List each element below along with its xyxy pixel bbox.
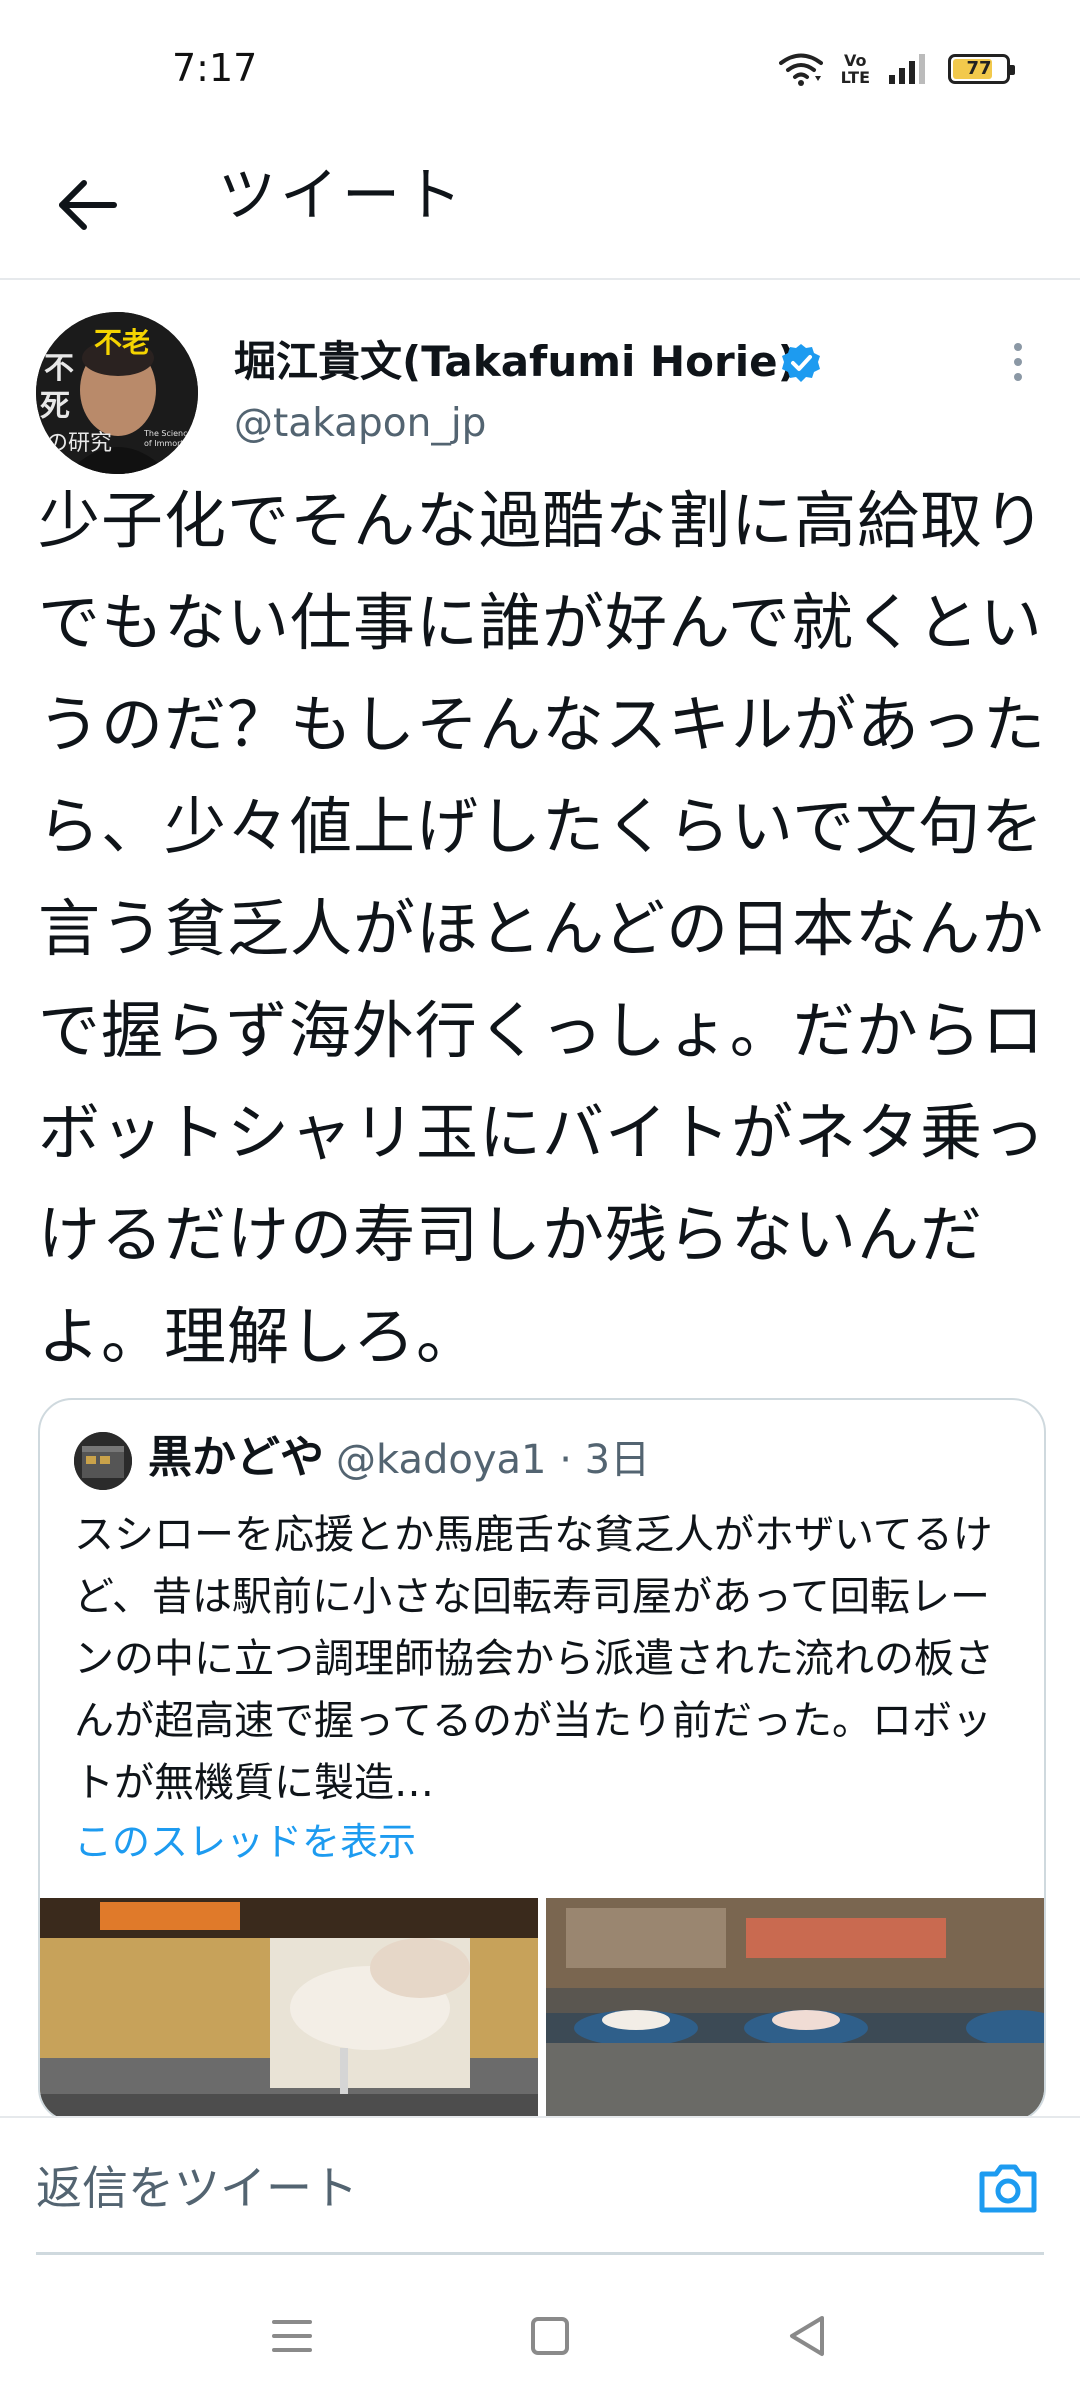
show-thread-link[interactable]: このスレッドを表示 xyxy=(74,1814,416,1870)
avatar-book-title: 不 xyxy=(44,351,74,386)
battery-icon: 77 xyxy=(948,54,1015,84)
quote-avatar xyxy=(74,1432,132,1490)
svg-text:の研究: の研究 xyxy=(46,431,112,456)
signal-icon xyxy=(889,54,925,84)
wifi-icon xyxy=(778,53,823,86)
tweet-text: 少子化でそんな過酷な割に高給取りでもない仕事に誰が好んで就くというのだ？もしそん… xyxy=(38,484,1047,1373)
svg-text:The Science: The Science xyxy=(143,429,193,438)
quote-handle: @kadoya1 xyxy=(336,1437,547,1483)
author-handle[interactable]: @takapon_jp xyxy=(234,398,486,450)
home-square-icon[interactable] xyxy=(520,2306,580,2366)
svg-text:of Immortality: of Immortality xyxy=(144,439,198,448)
author-name[interactable]: 堀江貴文(Takafumi Horie) xyxy=(234,334,797,390)
svg-text:死: 死 xyxy=(40,389,70,424)
volte-top: Vo xyxy=(844,51,867,70)
quoted-tweet-card[interactable]: 黒かどや @kadoya1 · 3日 スシローを応援とか馬鹿舌な貧乏人がホザいて… xyxy=(38,1398,1046,2122)
quote-meta: @kadoya1 · 3日 xyxy=(336,1432,650,1488)
camera-icon[interactable] xyxy=(976,2156,1040,2220)
verified-badge-icon xyxy=(782,344,820,382)
svg-text:不老: 不老 xyxy=(94,326,150,359)
quote-avatar-image xyxy=(74,1432,132,1490)
system-nav-bar xyxy=(0,2260,1080,2400)
quote-image-2[interactable] xyxy=(546,1898,1044,2120)
app-header: ツイート xyxy=(0,130,1080,280)
quote-time: · 3日 xyxy=(559,1437,651,1483)
more-vertical-icon[interactable] xyxy=(998,340,1038,384)
status-bar: 7:17 Vo LTE 77 xyxy=(0,0,1080,130)
arrow-left-icon[interactable] xyxy=(52,170,122,240)
battery-level: 77 xyxy=(966,58,992,79)
quote-media xyxy=(40,1898,1044,2120)
reply-input[interactable]: 返信をツイート xyxy=(36,2158,358,2218)
menu-icon[interactable] xyxy=(262,2306,322,2366)
page-title: ツイート xyxy=(218,161,467,229)
author-avatar[interactable]: 不 死 の研究 不老 The Science of Immortality xyxy=(36,312,198,474)
quote-text: スシローを応援とか馬鹿舌な貧乏人がホザいてるけど、昔は駅前に小さな回転寿司屋があ… xyxy=(74,1512,994,1806)
volte-indicator: Vo LTE xyxy=(841,52,870,86)
status-icons: Vo LTE 77 xyxy=(778,46,1015,92)
reply-underline xyxy=(36,2252,1044,2255)
quote-author-name: 黒かどや xyxy=(148,1432,324,1483)
sushi-image-1 xyxy=(40,1898,538,2120)
quote-image-1[interactable] xyxy=(40,1898,538,2120)
reply-bar: 返信をツイート xyxy=(0,2116,1080,2255)
sushi-image-2 xyxy=(546,1898,1044,2120)
avatar-image: 不 死 の研究 不老 The Science of Immortality xyxy=(36,312,198,474)
volte-bottom: LTE xyxy=(840,68,870,87)
status-time: 7:17 xyxy=(172,46,258,90)
back-triangle-icon[interactable] xyxy=(778,2306,838,2366)
